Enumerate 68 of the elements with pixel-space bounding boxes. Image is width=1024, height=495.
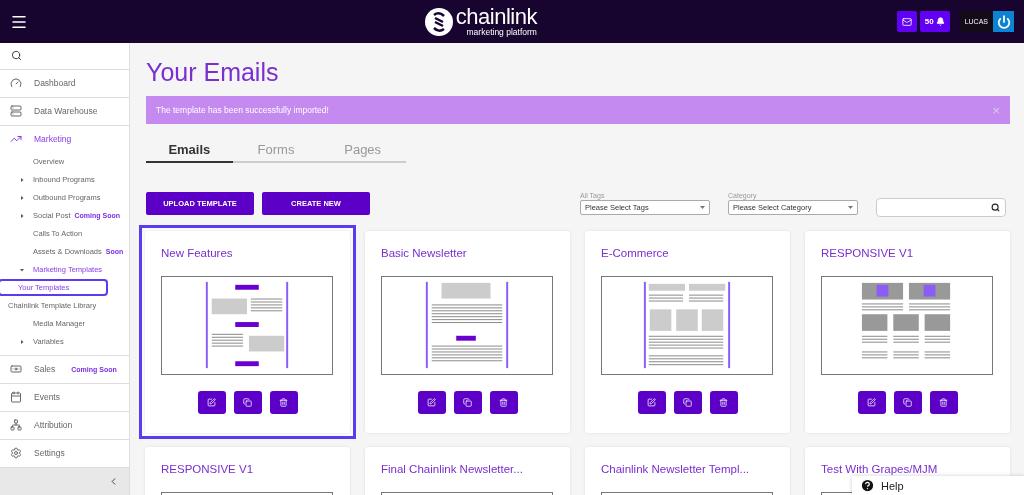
- sidebar-item[interactable]: Events: [0, 383, 129, 411]
- copy-button[interactable]: [673, 391, 702, 414]
- edit-icon: [427, 398, 436, 407]
- search-field[interactable]: [876, 198, 1006, 217]
- template-title: Final Chainlink Newsletter...: [381, 463, 524, 475]
- brand-name: chainlink: [455, 6, 537, 29]
- search-icon[interactable]: [11, 50, 22, 62]
- edit-icon: [867, 398, 876, 407]
- alert-text: The template has been successfully imported!: [156, 105, 329, 115]
- menu-item-icon: [10, 77, 22, 89]
- copy-icon: [243, 398, 252, 407]
- edit-icon: [207, 398, 216, 407]
- caret-right-icon[interactable]: [20, 195, 24, 200]
- sidebar-item[interactable]: Data Warehouse: [0, 97, 129, 125]
- power-button[interactable]: [993, 11, 1014, 32]
- delete-button[interactable]: [489, 391, 518, 414]
- page-title: Your Emails: [146, 56, 280, 88]
- delete-button[interactable]: [709, 391, 738, 414]
- edit-button[interactable]: [857, 391, 886, 414]
- template-title: E-Commerce: [601, 247, 670, 259]
- tagline: marketing platform: [466, 28, 537, 37]
- trash-icon: [499, 398, 508, 407]
- template-title: New Features: [161, 247, 234, 259]
- help-menu[interactable]: Help: [852, 476, 1024, 495]
- sidebar-item[interactable]: Marketing: [0, 125, 129, 153]
- menu-item-icon: [10, 447, 22, 459]
- caret-right-icon[interactable]: [20, 213, 24, 218]
- tab[interactable]: Emails: [146, 137, 233, 163]
- template-title: RESPONSIVE V1: [161, 463, 255, 475]
- delete-button[interactable]: [269, 391, 298, 414]
- delete-button[interactable]: [929, 391, 958, 414]
- mail-button[interactable]: [896, 11, 917, 32]
- trash-icon: [279, 398, 288, 407]
- copy-icon: [463, 398, 472, 407]
- template-title: Basic Newsletter: [381, 247, 468, 259]
- template-title: Test With Grapes/MJM: [821, 463, 939, 475]
- menu-item-icon: [10, 391, 22, 403]
- trash-icon: [719, 398, 728, 407]
- edit-button[interactable]: [417, 391, 446, 414]
- menu-item-icon: [10, 363, 22, 375]
- caret-right-icon[interactable]: [20, 177, 24, 182]
- template-title: Chainlink Newsletter Templ...: [601, 463, 751, 475]
- edit-icon: [647, 398, 656, 407]
- copy-icon: [683, 398, 692, 407]
- logo-icon: [424, 7, 453, 36]
- sidebar-item[interactable]: Dashboard: [0, 69, 129, 97]
- help-icon: [860, 478, 875, 493]
- trash-icon: [939, 398, 948, 407]
- notifications-button[interactable]: 50: [919, 11, 950, 32]
- mail-icon: [901, 16, 912, 27]
- sidebar-item[interactable]: Attribution: [0, 411, 129, 439]
- bell-icon: [935, 17, 945, 26]
- search-icon: [991, 203, 1000, 212]
- sidebar-item[interactable]: Settings: [0, 439, 129, 467]
- template-title: RESPONSIVE V1: [821, 247, 915, 259]
- edit-button[interactable]: [637, 391, 666, 414]
- menu-item-icon: [10, 133, 22, 145]
- menu-item-icon: [10, 419, 22, 431]
- caret-down-icon: [700, 205, 705, 210]
- template-card[interactable]: New Features: [139, 225, 356, 439]
- copy-button[interactable]: [453, 391, 482, 414]
- edit-button[interactable]: [197, 391, 226, 414]
- menu-item-icon: [10, 105, 22, 117]
- caret-right-icon[interactable]: [20, 339, 24, 344]
- caret-down-icon: [848, 205, 853, 210]
- copy-icon: [903, 398, 912, 407]
- copy-button[interactable]: [893, 391, 922, 414]
- copy-button[interactable]: [233, 391, 262, 414]
